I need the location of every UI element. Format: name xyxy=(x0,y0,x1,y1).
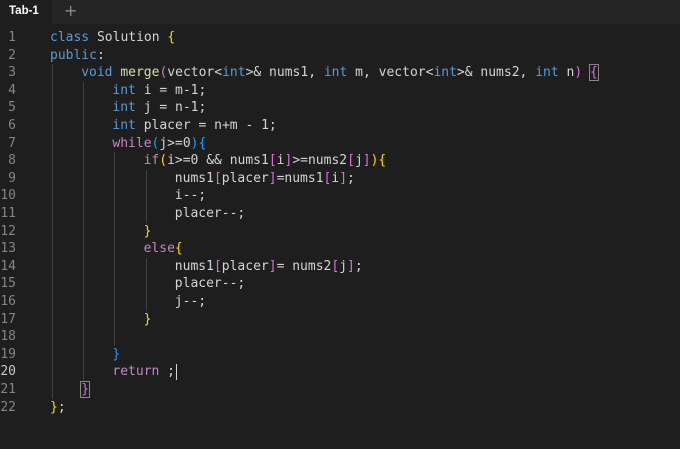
code-text: int placer = n+m - 1; xyxy=(112,118,277,133)
code-line[interactable]: 18 xyxy=(0,328,680,346)
code-line[interactable]: 13 else{ xyxy=(0,240,680,258)
line-number: 17 xyxy=(0,311,16,327)
code-text: placer--; xyxy=(174,206,246,221)
line-number: 13 xyxy=(0,241,16,257)
line-number: 11 xyxy=(0,206,16,221)
code-line[interactable]: 15 placer--; xyxy=(0,275,680,293)
code-line[interactable]: 11 placer--; xyxy=(0,205,680,223)
line-number: 15 xyxy=(0,276,16,292)
line-number: 21 xyxy=(0,382,16,397)
line-number: 14 xyxy=(0,258,16,274)
line-number: 7 xyxy=(8,135,16,151)
code-text: j--; xyxy=(174,294,207,309)
line-number: 22 xyxy=(0,399,16,415)
code-line[interactable]: 2 public: xyxy=(0,47,680,65)
code-text: return ; xyxy=(112,364,176,380)
code-text: placer--; xyxy=(174,276,246,292)
line-number: 6 xyxy=(8,118,16,133)
code-text: } xyxy=(143,223,152,239)
line-number: 20 xyxy=(0,364,16,380)
code-text: nums1[placer]=nums1[i]; xyxy=(174,170,355,186)
line-number: 3 xyxy=(8,65,16,81)
code-text: public: xyxy=(50,47,105,63)
line-number: 1 xyxy=(8,30,16,45)
code-text: else{ xyxy=(143,241,183,257)
code-line[interactable]: 5 int j = n-1; xyxy=(0,99,680,117)
code-text: if(i>=0 && nums1[i]>=nums2[j]){ xyxy=(143,153,387,169)
indent-guide xyxy=(114,152,116,346)
code-line[interactable]: 4 int i = m-1; xyxy=(0,82,680,100)
code-line[interactable]: 9 nums1[placer]=nums1[i]; xyxy=(0,170,680,188)
code-line[interactable]: 12} xyxy=(0,223,680,241)
code-text: } xyxy=(112,346,121,362)
code-line[interactable]: 17} xyxy=(0,311,680,329)
code-text: while(j>=0){ xyxy=(112,135,207,151)
code-text: int i = m-1; xyxy=(112,82,207,98)
code-line[interactable]: 8 if(i>=0 && nums1[i]>=nums2[j]){ xyxy=(0,152,680,170)
text-cursor xyxy=(175,364,177,381)
code-line[interactable]: 6 int placer = n+m - 1; xyxy=(0,117,680,135)
code-line[interactable]: 14 nums1[placer]= nums2[j]; xyxy=(0,258,680,276)
line-number: 2 xyxy=(8,47,16,63)
code-line[interactable]: 7 while(j>=0){ xyxy=(0,135,680,153)
line-number: 16 xyxy=(0,294,16,309)
code-text: nums1[placer]= nums2[j]; xyxy=(174,258,363,274)
code-text: int j = n-1; xyxy=(112,100,207,116)
tab-bar: Tab-1 + xyxy=(0,0,680,24)
code-text: class Solution { xyxy=(50,30,176,45)
line-number: 18 xyxy=(0,329,16,345)
line-number: 10 xyxy=(0,188,16,204)
line-number: 8 xyxy=(8,153,16,169)
code-line[interactable]: 16 j--; xyxy=(0,293,680,311)
code-editor[interactable]: 1 class Solution { 2 public: 3 void merge(vec… xyxy=(0,29,680,449)
code-line[interactable]: 22}; xyxy=(0,399,680,417)
code-line[interactable]: 21} xyxy=(0,381,680,399)
code-text: }; xyxy=(50,399,66,415)
line-number: 5 xyxy=(8,100,16,116)
line-number: 9 xyxy=(8,170,16,186)
code-text: void merge(vector<int>& nums1, int m, ve… xyxy=(81,64,599,82)
code-line[interactable]: 1 class Solution { xyxy=(0,29,680,47)
new-tab-plus-icon[interactable]: + xyxy=(64,1,77,21)
code-text: } xyxy=(80,381,90,398)
tab-1[interactable]: Tab-1 xyxy=(0,0,52,24)
code-text: i--; xyxy=(174,188,207,204)
code-line[interactable]: 3 void merge(vector<int>& nums1, int m, v… xyxy=(0,64,680,82)
line-number: 19 xyxy=(0,346,16,362)
indent-guide xyxy=(52,64,53,399)
code-text: } xyxy=(143,311,152,327)
line-number: 12 xyxy=(0,223,16,239)
code-line[interactable]: 10 i--; xyxy=(0,187,680,205)
code-line[interactable]: 20 return ; xyxy=(0,363,680,381)
line-number: 4 xyxy=(8,82,16,98)
indent-guide xyxy=(145,257,147,311)
indent-guide xyxy=(83,81,85,381)
code-line[interactable]: 19} xyxy=(0,346,680,364)
indent-guide xyxy=(145,169,147,223)
